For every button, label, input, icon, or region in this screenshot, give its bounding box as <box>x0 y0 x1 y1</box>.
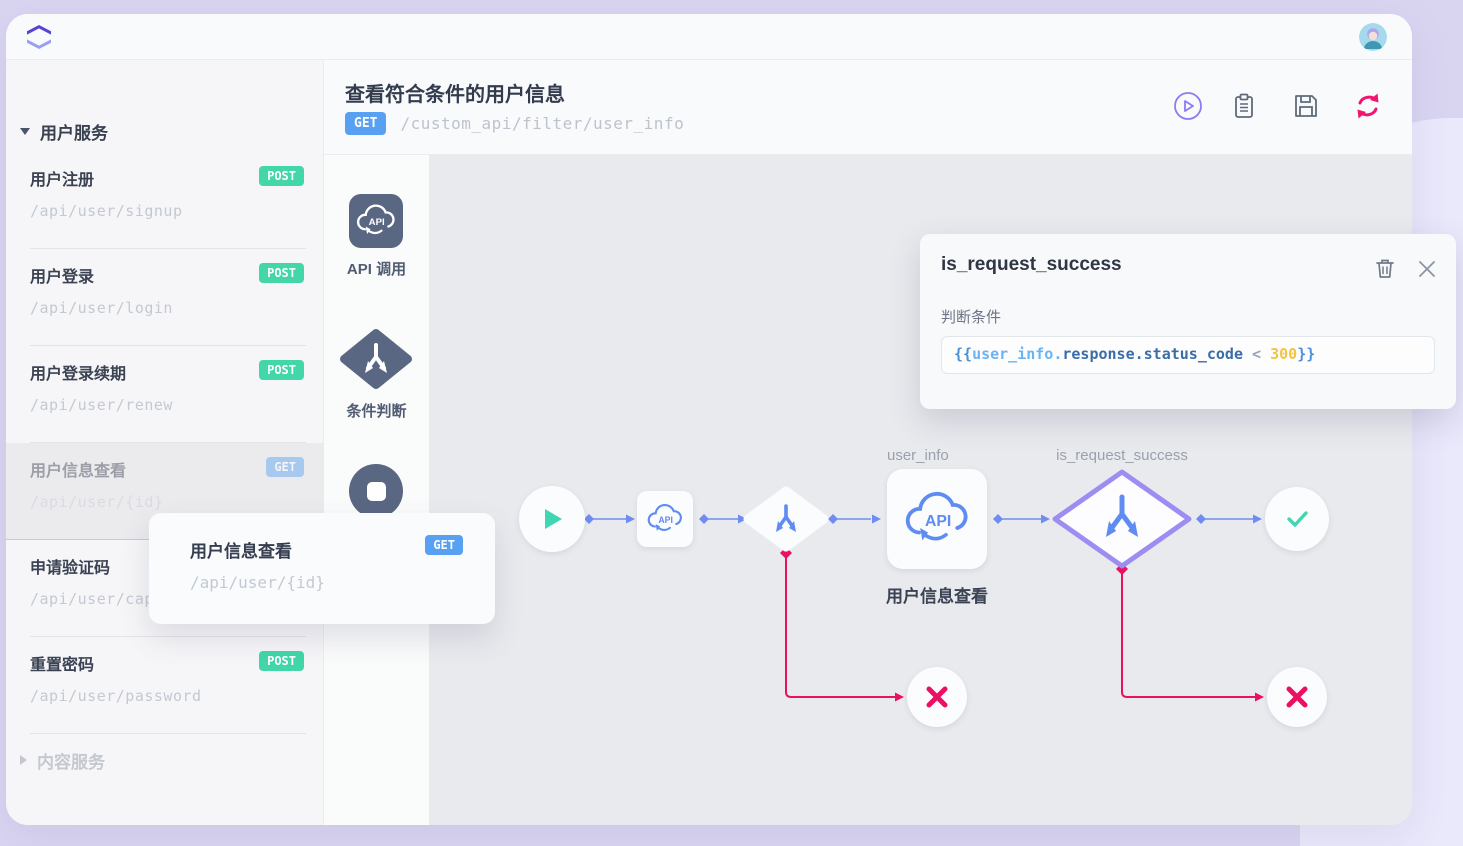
caret-down-icon <box>20 128 30 135</box>
palette-api-label: API 调用 <box>324 258 429 279</box>
method-badge: POST <box>259 263 304 283</box>
sidebar-section-content[interactable]: 内容服务 <box>20 745 105 775</box>
method-badge: GET <box>266 457 304 477</box>
copy-button[interactable] <box>1228 90 1260 122</box>
expression-token: < <box>1243 345 1270 363</box>
expression-token: {{ <box>954 345 972 363</box>
play-icon <box>539 506 565 532</box>
endpoint-header: 查看符合条件的用户信息 GET /custom_api/filter/user_… <box>324 60 1412 155</box>
caret-right-icon <box>20 755 27 765</box>
check-icon <box>1282 504 1312 534</box>
node-title-label: 用户信息查看 <box>857 582 1017 607</box>
top-bar <box>6 14 1412 60</box>
palette-end-node[interactable] <box>349 464 403 518</box>
run-button[interactable] <box>1172 90 1204 122</box>
api-path: /api/user/signup <box>30 202 304 220</box>
condition-detail-panel: is_request_success 判断条件 {{user_info.resp… <box>920 234 1456 409</box>
expression-token: }} <box>1297 345 1315 363</box>
expression-token: response.status_code <box>1062 345 1243 363</box>
close-icon <box>1414 256 1440 282</box>
user-avatar[interactable] <box>1359 23 1387 51</box>
refresh-button[interactable] <box>1352 90 1384 122</box>
api-call-node[interactable]: API <box>637 491 693 547</box>
x-icon <box>1283 683 1311 711</box>
palette-api-node[interactable]: API <box>349 194 403 248</box>
node-palette: API API 调用 条件判断 <box>324 155 429 825</box>
condition-expression-input[interactable]: {{user_info.response.status_code < 300}} <box>941 336 1435 374</box>
save-icon <box>1290 90 1322 122</box>
method-badge: POST <box>259 166 304 186</box>
condition-diamond-icon <box>336 327 416 391</box>
sidebar-item-login[interactable]: 用户登录 /api/user/login POST <box>6 249 324 346</box>
api-cloud-icon: API <box>901 483 973 555</box>
sidebar-item-renew[interactable]: 用户登录续期 /api/user/renew POST <box>6 346 324 443</box>
clipboard-icon <box>1228 90 1260 122</box>
error-end-node-2[interactable] <box>1267 667 1327 727</box>
endpoint-title: 查看符合条件的用户信息 <box>345 78 565 107</box>
success-end-node[interactable] <box>1265 487 1329 551</box>
error-end-node-1[interactable] <box>907 667 967 727</box>
stop-icon <box>367 482 386 501</box>
api-path: /api/user/renew <box>30 396 304 414</box>
section-label: 用户服务 <box>40 119 108 144</box>
palette-condition-label: 条件判断 <box>324 400 429 421</box>
api-cloud-icon: API <box>645 499 685 539</box>
app-logo-icon <box>24 22 54 52</box>
condition-field-label: 判断条件 <box>941 306 1001 327</box>
trash-icon <box>1372 256 1398 282</box>
sidebar-section-user[interactable]: 用户服务 <box>20 116 108 146</box>
panel-title: is_request_success <box>941 254 1122 276</box>
app-window: 用户服务 用户注册 /api/user/signup POST 用户登录 /ap… <box>6 14 1412 825</box>
x-icon <box>923 683 951 711</box>
start-node[interactable] <box>519 486 585 552</box>
condition-node-1[interactable] <box>740 484 832 554</box>
sidebar-item-signup[interactable]: 用户注册 /api/user/signup POST <box>6 152 324 249</box>
save-button[interactable] <box>1290 90 1322 122</box>
condition-node-selected[interactable] <box>1046 464 1198 574</box>
api-title: 用户信息查看 <box>30 457 304 481</box>
palette-condition-node[interactable] <box>336 327 416 396</box>
method-badge: POST <box>259 651 304 671</box>
endpoint-method-badge: GET <box>345 112 386 135</box>
svg-text:API: API <box>925 513 951 530</box>
node-name-label: is_request_success <box>1038 447 1206 464</box>
play-circle-icon <box>1172 90 1204 122</box>
svg-text:API: API <box>658 515 673 525</box>
section-label: 内容服务 <box>37 748 105 773</box>
api-title: 用户信息查看 <box>190 537 292 562</box>
expression-token: user_info. <box>972 345 1062 363</box>
expression-token: 300 <box>1270 345 1297 363</box>
delete-node-button[interactable] <box>1372 256 1398 282</box>
node-name-label: user_info <box>887 447 949 464</box>
drag-ghost-card[interactable]: 用户信息查看 GET /api/user/{id} <box>149 513 495 624</box>
sidebar-item-password[interactable]: 重置密码 /api/user/password POST <box>6 637 324 734</box>
api-path: /api/user/{id} <box>30 493 304 511</box>
api-path: /api/user/login <box>30 299 304 317</box>
refresh-icon <box>1352 90 1384 122</box>
endpoint-path: /custom_api/filter/user_info <box>400 114 684 133</box>
api-path: /api/user/{id} <box>190 573 325 592</box>
method-badge: POST <box>259 360 304 380</box>
api-sidebar: 用户服务 用户注册 /api/user/signup POST 用户登录 /ap… <box>6 60 324 825</box>
svg-text:API: API <box>369 217 385 228</box>
api-path: /api/user/password <box>30 687 304 705</box>
api-cloud-icon: API <box>354 199 398 243</box>
method-badge: GET <box>425 535 463 555</box>
user-info-api-node[interactable]: API <box>887 469 987 569</box>
close-panel-button[interactable] <box>1414 256 1440 282</box>
